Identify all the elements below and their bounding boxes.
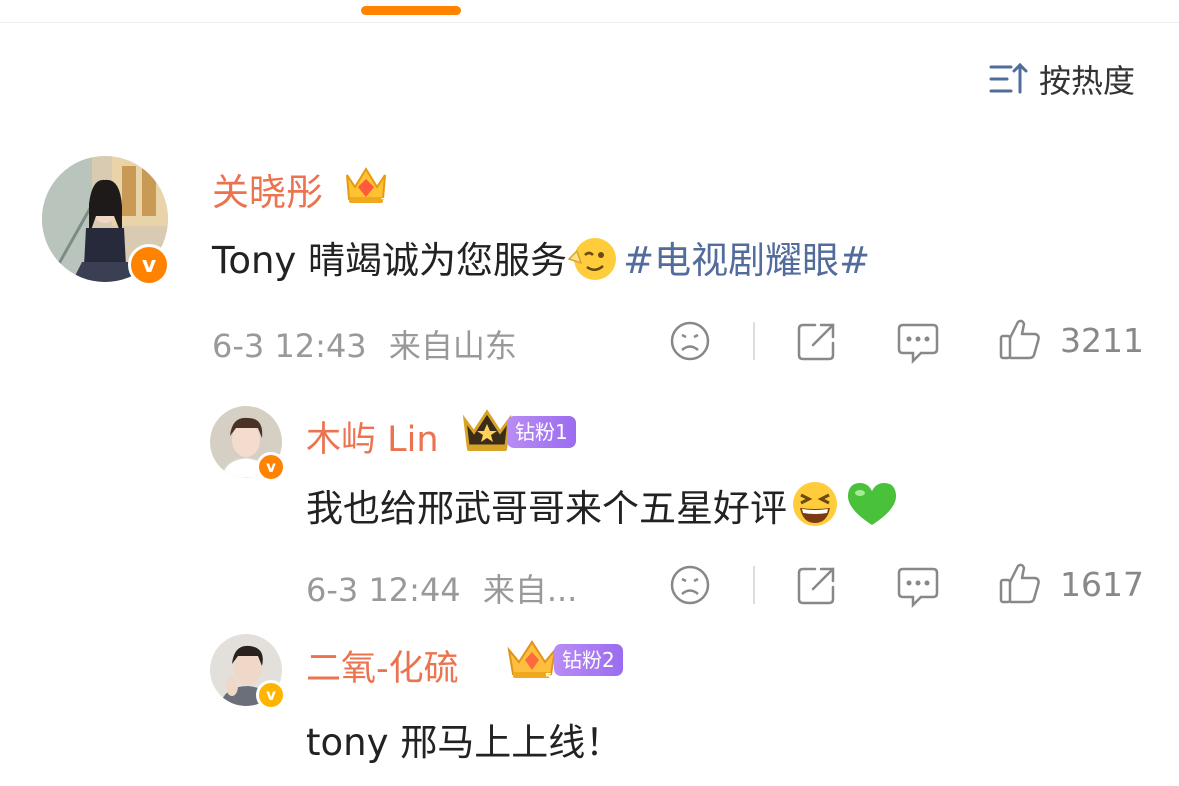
comment-location: 来自山东 — [388, 327, 517, 365]
reply-time: 6-3 12:44 — [306, 571, 461, 609]
sort-icon — [989, 62, 1028, 94]
comment-meta: 6-3 12:43 来自山东 — [212, 321, 517, 367]
green-heart-emoji — [843, 479, 901, 538]
wink-smile-emoji — [567, 237, 623, 290]
verified-badge-icon: v — [128, 244, 170, 286]
vip-crown-icon — [462, 408, 512, 458]
share-icon[interactable] — [795, 319, 839, 367]
top-divider — [0, 22, 1179, 23]
comment-text: Tony 晴竭诚为您服务 #电视剧耀眼# — [212, 230, 870, 290]
comment-username[interactable]: 关晓彤 — [212, 162, 323, 216]
sort-by-hot-button[interactable]: 按热度 — [989, 56, 1135, 102]
grinning-squint-emoji — [787, 479, 843, 538]
comment-thread: 按热度 v 关晓彤 7 Tony 晴竭诚为您服务 #电视剧耀眼# 6-3 12:… — [0, 0, 1179, 786]
reply-meta: 6-3 12:44 来自... — [306, 565, 577, 611]
fan-level-badge: 钻粉1 — [507, 416, 576, 448]
svg-text:5: 5 — [545, 672, 552, 682]
share-icon[interactable] — [795, 563, 839, 611]
dislike-icon[interactable] — [668, 563, 712, 611]
action-divider — [753, 322, 755, 360]
reply-text: 我也给邢武哥哥来个五星好评 — [306, 478, 901, 538]
reply-username[interactable]: 二氧-化硫 — [306, 640, 459, 691]
svg-text:7: 7 — [381, 197, 388, 207]
hashtag-link[interactable]: #电视剧耀眼# — [623, 239, 870, 282]
comment-icon[interactable] — [895, 319, 941, 369]
reply-text: tony 邢马上上线！ — [306, 721, 623, 764]
reply-location: 来自... — [482, 571, 578, 609]
comment-icon[interactable] — [895, 563, 941, 613]
fan-level-badge: 钻粉2 — [554, 644, 623, 676]
like-count: 1617 — [1060, 565, 1144, 604]
dislike-icon[interactable] — [668, 319, 712, 367]
tab-indicator — [361, 6, 461, 15]
like-count: 3211 — [1060, 321, 1144, 360]
like-icon[interactable] — [998, 560, 1042, 610]
action-divider — [753, 566, 755, 604]
comment-time: 6-3 12:43 — [212, 327, 367, 365]
vip-crown-icon: 7 — [343, 161, 389, 211]
sort-label: 按热度 — [1038, 62, 1135, 100]
vip-crown-icon: 5 — [505, 636, 559, 686]
verified-badge-icon: v — [256, 452, 286, 482]
reply-body: 我也给邢武哥哥来个五星好评 — [306, 487, 787, 530]
reply-username[interactable]: 木屿 Lin — [306, 411, 439, 462]
comment-body: Tony 晴竭诚为您服务 — [212, 239, 568, 282]
like-icon[interactable] — [998, 316, 1042, 366]
verified-badge-icon: v — [256, 680, 286, 710]
